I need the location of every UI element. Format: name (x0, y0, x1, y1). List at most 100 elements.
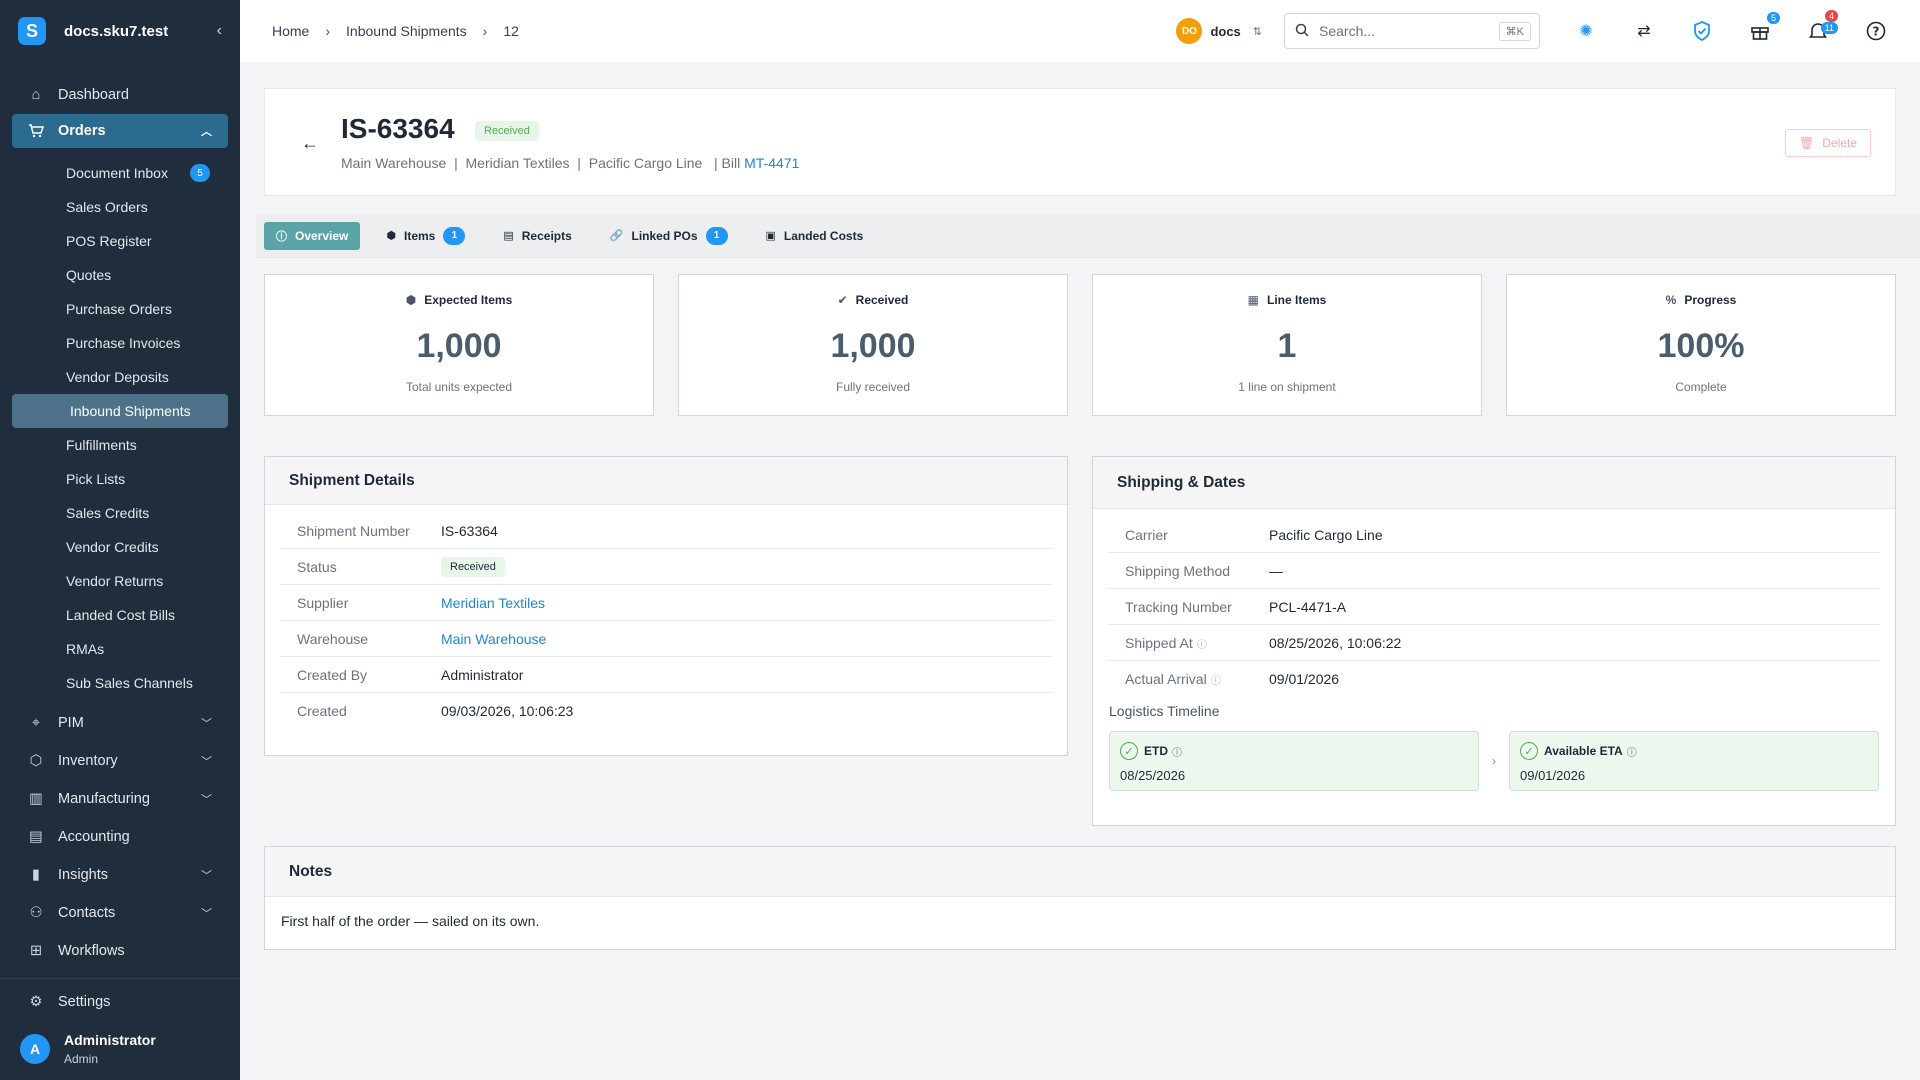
status-badge: Received (441, 556, 505, 577)
stat-value: 1 (1277, 327, 1297, 365)
sidebar-item-manufacturing[interactable]: ▥ Manufacturing ﹀ (0, 780, 240, 818)
user-profile[interactable]: A Administrator Admin (20, 1032, 156, 1066)
chevron-up-icon: ︿ (201, 126, 212, 138)
collapse-sidebar-icon[interactable]: ‹ (217, 22, 222, 40)
sidebar-item-label: Accounting (58, 829, 130, 845)
sidebar-item-document-inbox[interactable]: Document Inbox 5 (0, 156, 240, 190)
stat-caption: 1 line on shipment (1238, 380, 1336, 394)
sidebar-item-inventory[interactable]: ⬡ Inventory ﹀ (0, 742, 240, 780)
sidebar-item-vendor-returns[interactable]: Vendor Returns (0, 564, 240, 598)
shipment-details-card: Shipment Details Shipment Number IS-63364… (264, 456, 1068, 756)
sidebar-item-settings[interactable]: ⚙ Settings (0, 983, 240, 1021)
shipment-header: ← IS-63364 Received Main Warehouse | Mer… (264, 88, 1896, 196)
sidebar-item-label: Contacts (58, 905, 116, 921)
delete-button[interactable]: 🗑 Delete (1785, 129, 1871, 157)
sidebar-item-rmas[interactable]: RMAs (0, 632, 240, 666)
sidebar-item-dashboard[interactable]: ⌂ Dashboard (0, 76, 240, 114)
meta-sep (706, 155, 710, 171)
home-icon: ⌂ (31, 87, 41, 103)
info-icon[interactable]: ⓘ (1197, 640, 1207, 651)
sidebar-item-accounting[interactable]: ▤ Accounting (0, 818, 240, 856)
help-icon[interactable]: ? (1864, 19, 1888, 43)
tab-receipts[interactable]: ▤ Receipts (491, 222, 583, 250)
tab-landed-costs[interactable]: ▣ Landed Costs (754, 222, 876, 250)
card-title: Shipment Details (265, 457, 1067, 505)
detail-row: Created 09/03/2026, 10:06:23 (281, 693, 1051, 729)
meta-sep: | (573, 155, 585, 171)
detail-row: Shipment Number IS-63364 (281, 513, 1051, 549)
sidebar-item-pim[interactable]: ⌖ PIM ﹀ (0, 704, 240, 742)
sidebar-item-quotes[interactable]: Quotes (0, 258, 240, 292)
info-icon[interactable]: ⓘ (1627, 744, 1637, 759)
detail-row: Carrier Pacific Cargo Line (1109, 517, 1879, 553)
timeline-eta-label: Available ETA (1544, 744, 1623, 758)
sidebar-item-label: Purchase Orders (66, 301, 172, 317)
sidebar-item-label: Sub Sales Channels (66, 675, 193, 691)
detail-row: Shipping Method — (1109, 553, 1879, 589)
chevron-right-icon: › (482, 23, 488, 39)
gift-icon[interactable]: 5 (1748, 12, 1780, 43)
detail-key: Shipping Method (1125, 562, 1231, 579)
detail-value: 09/01/2026 (1269, 671, 1340, 687)
stat-caption: Complete (1675, 380, 1727, 394)
sidebar-item-insights[interactable]: ▮ Insights ﹀ (0, 856, 240, 894)
supplier-link[interactable]: Meridian Textiles (441, 595, 545, 611)
stat-caption: Total units expected (405, 380, 513, 394)
detail-row: Actual Arrival ⓘ 09/01/2026 (1109, 661, 1879, 697)
sidebar-item-vendor-deposits[interactable]: Vendor Deposits (0, 360, 240, 394)
link-icon: 🔗 (609, 230, 624, 242)
breadcrumb-home[interactable]: Home (272, 23, 309, 39)
detail-row: Warehouse Main Warehouse (281, 621, 1051, 657)
check-circle-icon: ✓ (1120, 742, 1138, 760)
tab-overview[interactable]: ⓘ Overview (264, 221, 361, 250)
tab-items[interactable]: ⬢ Items 1 (374, 222, 477, 250)
sidebar-item-contacts[interactable]: ⚇ Contacts ﹀ (0, 894, 240, 932)
meta-supplier: Meridian Textiles (465, 155, 570, 171)
sidebar-item-sub-sales-channels[interactable]: Sub Sales Channels (0, 666, 240, 700)
cart-icon (28, 123, 44, 139)
bill-link[interactable]: MT-4471 (744, 155, 799, 171)
stat-value: 100% (1657, 327, 1745, 365)
info-icon[interactable]: ⓘ (1211, 676, 1221, 687)
sidebar-item-label: Settings (58, 994, 111, 1010)
detail-key: Tracking Number (1125, 598, 1232, 615)
search-icon (1295, 23, 1309, 40)
sidebar-item-label: Pick Lists (66, 471, 126, 487)
sidebar-item-purchase-orders[interactable]: Purchase Orders (0, 292, 240, 326)
percent-icon: % (1665, 293, 1677, 307)
ai-sparkle-icon[interactable]: ✺ (1574, 19, 1598, 43)
sidebar-item-pick-lists[interactable]: Pick Lists (0, 462, 240, 496)
timeline-etd-label: ETD (1144, 744, 1168, 758)
breadcrumb-inbound-shipments[interactable]: Inbound Shipments (346, 23, 467, 39)
user-info: Administrator Admin (64, 1032, 156, 1066)
detail-value: 09/03/2026, 10:06:23 (441, 703, 574, 719)
compare-icon[interactable]: ⇄ (1632, 19, 1656, 43)
stat-value: 1,000 (416, 327, 502, 365)
search-input[interactable]: Search... ⌘K (1284, 13, 1540, 49)
sidebar-item-inbound-shipments[interactable]: Inbound Shipments (12, 394, 228, 428)
bell-icon[interactable]: 4 11 (1806, 10, 1838, 43)
sidebar-item-sales-credits[interactable]: Sales Credits (0, 496, 240, 530)
notification-badge-red: 4 (1824, 10, 1838, 22)
sidebar-item-workflows[interactable]: ⊞ Workflows (0, 932, 240, 970)
sidebar-item-landed-cost-bills[interactable]: Landed Cost Bills (0, 598, 240, 632)
stat-label-text: Progress (1684, 293, 1737, 307)
sidebar-item-fulfillments[interactable]: Fulfillments (0, 428, 240, 462)
sidebar-item-orders[interactable]: Orders ︿ (12, 114, 228, 148)
sidebar-item-vendor-credits[interactable]: Vendor Credits (0, 530, 240, 564)
sidebar-item-sales-orders[interactable]: Sales Orders (0, 190, 240, 224)
back-arrow-icon[interactable]: ← (301, 133, 319, 154)
chevron-down-icon: ﹀ (201, 794, 212, 806)
info-icon[interactable]: ⓘ (1172, 744, 1182, 759)
warehouse-link[interactable]: Main Warehouse (441, 631, 546, 647)
org-switcher[interactable]: DO docs ⇅ (1176, 18, 1262, 44)
shield-icon[interactable] (1690, 19, 1714, 43)
detail-row: Tracking Number PCL-4471-A (1109, 589, 1879, 625)
detail-key: Shipped At ⓘ (1109, 635, 1269, 651)
meta-carrier: Pacific Cargo Line (588, 155, 703, 171)
logistics-timeline: ✓ ETD ⓘ 08/25/2026 › ✓ Available ETA ⓘ 09/01… (1093, 719, 1895, 791)
tab-linked-pos[interactable]: 🔗 Linked POs 1 (598, 222, 740, 250)
receipt-icon: ▤ (503, 230, 514, 242)
sidebar-item-pos-register[interactable]: POS Register (0, 224, 240, 258)
sidebar-item-purchase-invoices[interactable]: Purchase Invoices (0, 326, 240, 360)
